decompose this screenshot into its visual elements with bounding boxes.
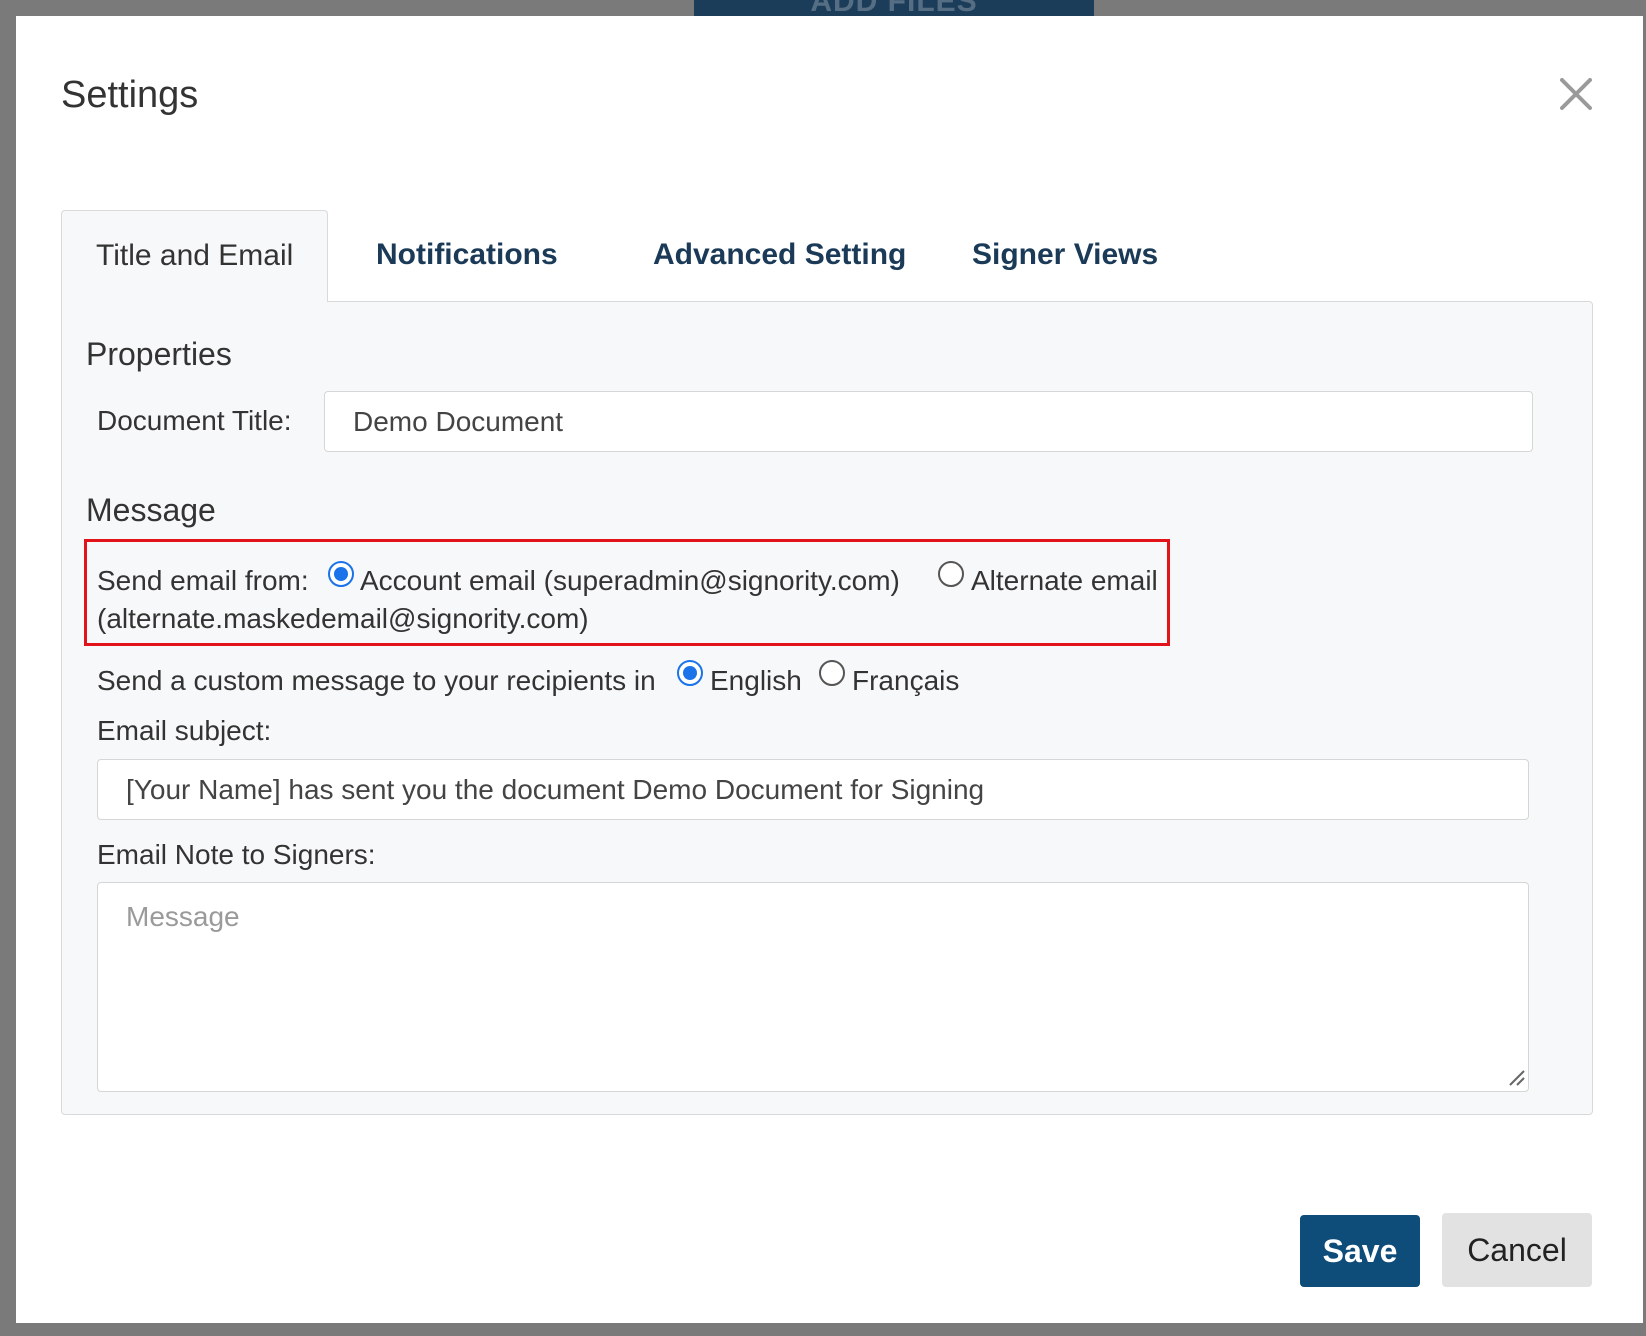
francais-option-label[interactable]: Français bbox=[852, 665, 959, 697]
english-option-label[interactable]: English bbox=[710, 665, 802, 697]
add-files-button-background: ADD FILES bbox=[694, 0, 1094, 16]
tab-notifications[interactable]: Notifications bbox=[376, 210, 558, 300]
save-button[interactable]: Save bbox=[1300, 1215, 1420, 1287]
document-title-input[interactable] bbox=[324, 391, 1533, 452]
close-icon-glyph bbox=[1560, 78, 1592, 110]
email-note-textarea[interactable] bbox=[97, 882, 1529, 1092]
english-radio[interactable] bbox=[677, 660, 703, 686]
cancel-button[interactable]: Cancel bbox=[1442, 1213, 1592, 1287]
email-note-label: Email Note to Signers: bbox=[97, 839, 376, 870]
custom-message-language-label: Send a custom message to your recipients… bbox=[97, 665, 656, 696]
message-heading: Message bbox=[86, 492, 216, 528]
send-email-from-highlight bbox=[84, 539, 1170, 646]
resize-grip-icon[interactable] bbox=[1508, 1069, 1526, 1087]
email-subject-label: Email subject: bbox=[97, 715, 272, 746]
tab-signer-views[interactable]: Signer Views bbox=[972, 210, 1158, 300]
tab-advanced-setting[interactable]: Advanced Setting bbox=[653, 210, 906, 300]
francais-radio[interactable] bbox=[819, 660, 845, 686]
settings-dialog: Settings Title and Email Notifications A… bbox=[16, 16, 1643, 1323]
email-subject-input[interactable] bbox=[97, 759, 1529, 820]
properties-heading: Properties bbox=[86, 336, 232, 372]
settings-tabs: Title and Email Notifications Advanced S… bbox=[61, 210, 1593, 302]
dialog-title: Settings bbox=[61, 74, 199, 116]
document-title-label: Document Title: bbox=[97, 405, 292, 436]
tab-title-and-email[interactable]: Title and Email bbox=[61, 210, 329, 302]
tab-panel-title-and-email: Properties Document Title: Message Send … bbox=[61, 301, 1593, 1115]
close-icon[interactable] bbox=[1548, 66, 1604, 122]
